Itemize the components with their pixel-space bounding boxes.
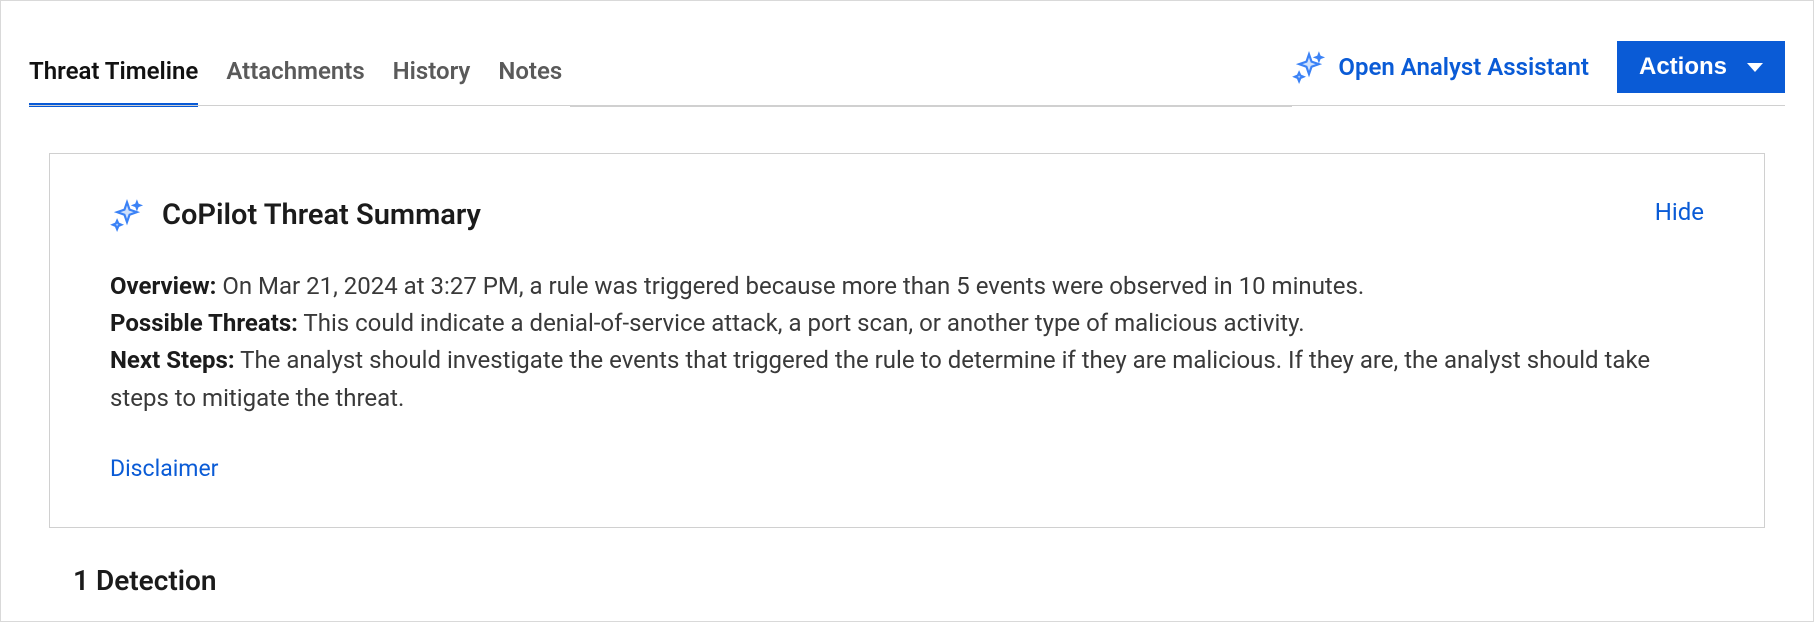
app-frame: Threat Timeline Attachments History Note… [0,0,1814,622]
threats-label: Possible Threats: [110,309,298,337]
header-right: Open Analyst Assistant Actions [1292,41,1785,107]
card-header: CoPilot Threat Summary Hide [110,198,1704,232]
tab-threat-timeline[interactable]: Threat Timeline [29,57,198,107]
actions-button-label: Actions [1639,53,1727,81]
card-title: CoPilot Threat Summary [162,198,481,232]
tab-history[interactable]: History [393,57,471,107]
card-body: Overview: On Mar 21, 2024 at 3:27 PM, a … [110,268,1704,487]
tab-baseline [29,105,1785,106]
detections-heading: 1 Detection [73,564,1813,597]
threats-line: Possible Threats: This could indicate a … [110,305,1704,342]
sparkle-icon [110,198,144,232]
disclaimer-link[interactable]: Disclaimer [110,451,218,487]
overview-text: On Mar 21, 2024 at 3:27 PM, a rule was t… [222,272,1364,300]
copilot-summary-card: CoPilot Threat Summary Hide Overview: On… [49,153,1765,528]
tab-notes[interactable]: Notes [498,57,562,107]
hide-link[interactable]: Hide [1655,198,1704,226]
next-steps-label: Next Steps: [110,346,235,374]
open-analyst-assistant-link[interactable]: Open Analyst Assistant [1292,50,1589,84]
chevron-down-icon [1747,63,1763,72]
next-steps-text: The analyst should investigate the event… [110,346,1650,411]
tab-attachments[interactable]: Attachments [226,57,364,107]
tab-underline [570,106,1292,107]
actions-button[interactable]: Actions [1617,41,1785,93]
sparkle-icon [1292,50,1326,84]
overview-label: Overview: [110,272,216,300]
open-analyst-assistant-label: Open Analyst Assistant [1338,53,1589,81]
tab-strip: Threat Timeline Attachments History Note… [29,57,562,107]
overview-line: Overview: On Mar 21, 2024 at 3:27 PM, a … [110,268,1704,305]
threats-text: This could indicate a denial-of-service … [303,309,1304,337]
top-bar: Threat Timeline Attachments History Note… [1,1,1813,107]
next-steps-line: Next Steps: The analyst should investiga… [110,342,1704,416]
